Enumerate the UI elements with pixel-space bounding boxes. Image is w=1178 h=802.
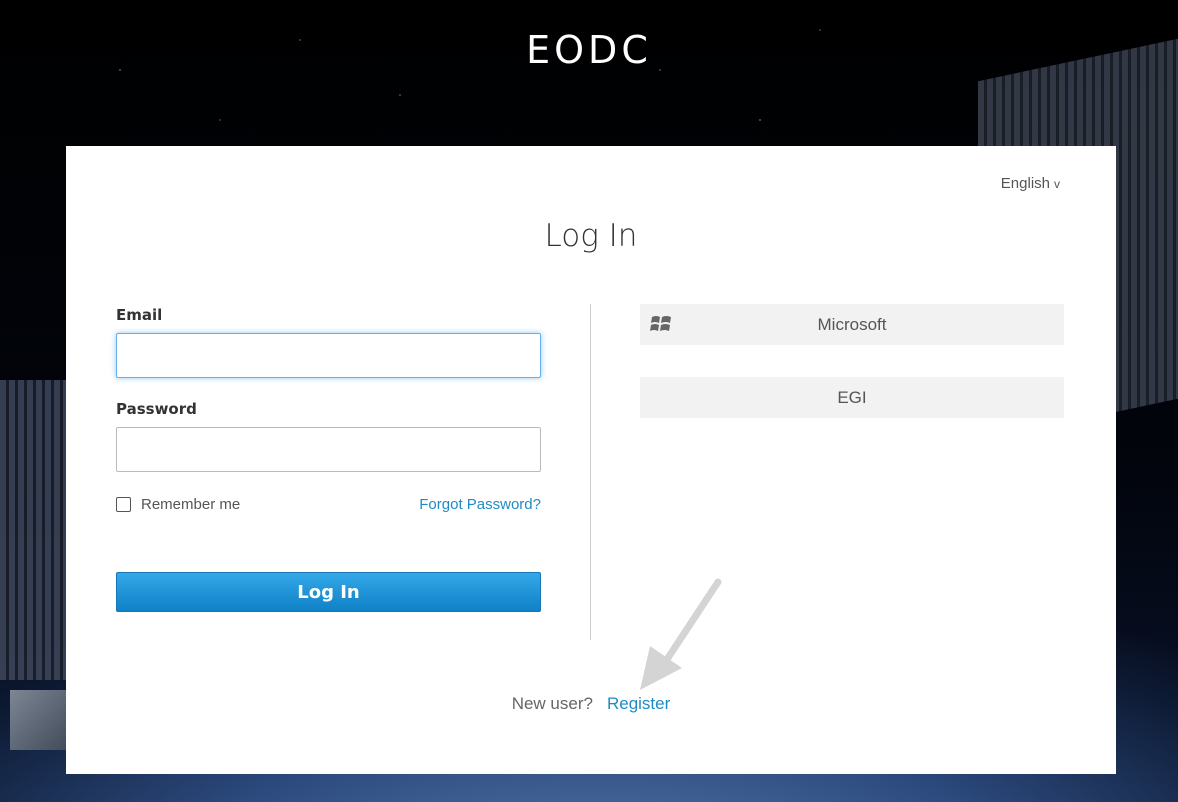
login-form: Email Password Remember me Forgot Passwo… xyxy=(116,306,541,612)
egi-login-button[interactable]: EGI xyxy=(640,377,1064,418)
chevron-down-icon: v xyxy=(1054,177,1060,191)
email-field[interactable] xyxy=(116,333,541,378)
remember-me-checkbox[interactable] xyxy=(116,497,131,512)
login-card: English v Log In Email Password Remember … xyxy=(66,146,1116,774)
egi-login-label: EGI xyxy=(837,387,867,407)
register-link[interactable]: Register xyxy=(607,694,670,713)
microsoft-login-label: Microsoft xyxy=(817,314,887,334)
microsoft-login-button[interactable]: Microsoft xyxy=(640,304,1064,345)
windows-icon xyxy=(650,316,671,331)
page-title: Log In xyxy=(544,218,638,254)
forgot-password-link[interactable]: Forgot Password? xyxy=(419,496,541,513)
login-button[interactable]: Log In xyxy=(116,572,541,612)
remember-me-label: Remember me xyxy=(141,496,241,513)
divider xyxy=(590,304,591,640)
language-label: English xyxy=(1000,175,1050,192)
new-user-text: New user? xyxy=(511,694,593,713)
language-selector[interactable]: English v xyxy=(1001,175,1060,192)
register-row: New user? Register xyxy=(66,694,1116,714)
remember-me[interactable]: Remember me xyxy=(116,496,240,513)
login-options: Remember me Forgot Password? xyxy=(116,496,541,516)
satellite-body xyxy=(10,690,66,750)
password-label: Password xyxy=(116,400,197,418)
password-field[interactable] xyxy=(116,427,541,472)
arrow-icon xyxy=(640,578,722,690)
satellite-solar-panel-left xyxy=(0,380,66,680)
brand-title: EODC xyxy=(526,28,652,72)
password-group: Password xyxy=(116,400,541,472)
email-label: Email xyxy=(116,306,163,324)
